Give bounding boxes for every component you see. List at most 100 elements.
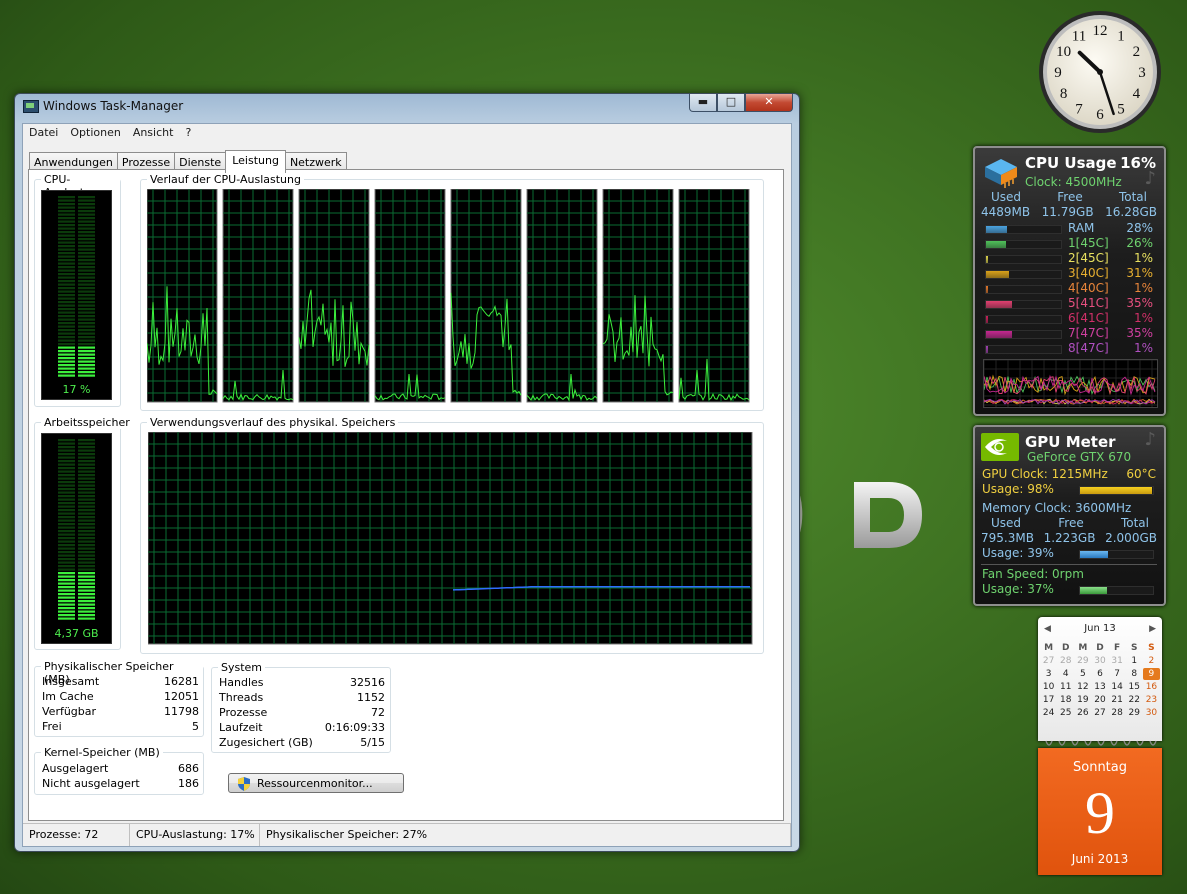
calendar-day[interactable]: 25 <box>1057 707 1074 719</box>
calendar-day[interactable]: 30 <box>1091 655 1108 667</box>
meter-segment <box>78 537 95 540</box>
meter-segment <box>78 357 95 360</box>
meter-segment <box>78 339 95 342</box>
calendar-day[interactable]: 17 <box>1040 694 1057 706</box>
resource-monitor-button[interactable]: Ressourcenmonitor... <box>228 773 404 793</box>
meter-segment <box>78 596 95 599</box>
meter-segment <box>58 502 75 505</box>
core-label: 1[45C] <box>1068 236 1109 250</box>
weekday-header: S <box>1148 643 1155 653</box>
calendar-day[interactable]: 29 <box>1074 655 1091 667</box>
calendar-day[interactable]: 10 <box>1040 681 1057 693</box>
meter-segment <box>58 488 75 491</box>
calendar-day[interactable]: 22 <box>1126 694 1143 706</box>
calendar-month-view[interactable]: ◀ Jun 13 ▶ M D M D F S S 27 28 29 30 31 1 2 3 4 5 6 7 8 9 10 1… <box>1038 617 1162 741</box>
meter-segment <box>78 227 95 230</box>
stat-value: 32516 <box>350 676 385 689</box>
calendar-day[interactable]: 29 <box>1126 707 1143 719</box>
meter-segment <box>58 484 75 487</box>
meter-segment <box>58 516 75 519</box>
calendar-day[interactable]: 27 <box>1091 707 1108 719</box>
stat-value: 686 <box>178 762 199 775</box>
calendar-day[interactable]: 14 <box>1109 681 1126 693</box>
calendar-day[interactable]: 1 <box>1126 655 1143 667</box>
cpu-usage-gadget[interactable]: CPU Usage 16% Clock: 4500MHz ♪ Used Free… <box>973 146 1166 416</box>
calendar-day[interactable]: 12 <box>1074 681 1091 693</box>
gpu-usage: Usage: 98% <box>982 482 1054 496</box>
calendar-day[interactable]: 6 <box>1091 668 1108 680</box>
calendar-day[interactable]: 5 <box>1074 668 1091 680</box>
meter-segment <box>58 269 75 272</box>
calendar-day[interactable]: 28 <box>1057 655 1074 667</box>
weekday-header: M <box>1044 643 1054 653</box>
meter-segment <box>58 329 75 332</box>
core-bar-row: 4[40C] 1% <box>985 281 1153 296</box>
calendar-day[interactable]: 30 <box>1143 707 1160 719</box>
meter-segment <box>78 336 95 339</box>
calendar-day[interactable]: 13 <box>1091 681 1108 693</box>
stat-label: Frei <box>42 720 62 733</box>
clock-gadget[interactable]: 12 12 3 45678 9 1011 <box>1037 9 1163 135</box>
calendar-day[interactable]: 26 <box>1074 707 1091 719</box>
meter-segment <box>78 210 95 213</box>
calendar-day[interactable]: 19 <box>1074 694 1091 706</box>
meter-segment <box>58 220 75 223</box>
meter-segment <box>78 318 95 321</box>
memory-clock: Memory Clock: 3600MHz <box>982 501 1132 515</box>
calendar-day[interactable]: 23 <box>1143 694 1160 706</box>
calendar-day[interactable]: 7 <box>1109 668 1126 680</box>
table-row: Laufzeit 0:16:09:33 <box>219 720 385 735</box>
stat-value: 5/15 <box>360 736 385 749</box>
menu-datei[interactable]: Datei <box>23 124 64 142</box>
cpu-history-title: Verlauf der CPU-Auslastung <box>147 173 304 186</box>
meter-segment <box>78 203 95 206</box>
meter-segment <box>58 259 75 262</box>
meter-segment <box>58 325 75 328</box>
cpu-clock: Clock: 4500MHz <box>1025 175 1122 189</box>
minimize-button[interactable]: ▬ <box>689 94 717 112</box>
calendar-day[interactable]: 9 <box>1142 668 1160 680</box>
calendar-day[interactable]: 3 <box>1040 668 1057 680</box>
next-month-arrow[interactable]: ▶ <box>1149 624 1156 634</box>
calendar-day[interactable]: 27 <box>1040 655 1057 667</box>
meter-segment <box>78 523 95 526</box>
calendar-day-view[interactable]: Sonntag 9 Juni 2013 <box>1038 748 1162 875</box>
calendar-day[interactable]: 24 <box>1040 707 1057 719</box>
stat-value: 16281 <box>164 675 199 688</box>
calendar-day[interactable]: 21 <box>1109 694 1126 706</box>
tab-leistung[interactable]: Leistung <box>225 150 286 173</box>
calendar-day[interactable]: 2 <box>1143 655 1160 667</box>
meter-segment <box>78 206 95 209</box>
calendar-day[interactable]: 20 <box>1091 694 1108 706</box>
menu-ansicht[interactable]: Ansicht <box>127 124 180 142</box>
calendar-day[interactable]: 18 <box>1057 694 1074 706</box>
gpu-meter-gadget[interactable]: GPU Meter GeForce GTX 670 ♪ GPU Clock: 1… <box>973 425 1166 606</box>
calendar-day[interactable]: 31 <box>1109 655 1126 667</box>
close-button[interactable]: ✕ <box>745 94 793 112</box>
maximize-button[interactable]: □ <box>717 94 745 112</box>
stat-label: Im Cache <box>42 690 94 703</box>
calendar-grid: M D M D F S S 27 28 29 30 31 1 2 3 4 5 6 7 8 9 10 11 12 13 14 15 16… <box>1040 642 1160 719</box>
calendar-day[interactable]: 4 <box>1057 668 1074 680</box>
meter-segment <box>78 502 95 505</box>
title-bar[interactable]: Windows Task-Manager ▬ □ ✕ <box>15 94 799 118</box>
calendar-day[interactable]: 16 <box>1143 681 1160 693</box>
meter-segment <box>78 273 95 276</box>
calendar-day[interactable]: 11 <box>1057 681 1074 693</box>
meter-segment <box>58 460 75 463</box>
stat-value: 72 <box>371 706 385 719</box>
calendar-day[interactable]: 28 <box>1109 707 1126 719</box>
calendar-month-year: Juni 2013 <box>1071 852 1129 866</box>
memory-history-group: Verwendungsverlauf des physikal. Speiche… <box>140 416 764 654</box>
calendar-day[interactable]: 8 <box>1126 668 1143 680</box>
meter-segment <box>58 603 75 606</box>
calendar-day[interactable]: 15 <box>1126 681 1143 693</box>
meter-segment <box>58 311 75 314</box>
meter-segment <box>78 484 95 487</box>
core-graph <box>374 189 446 403</box>
menu-help[interactable]: ? <box>179 124 197 142</box>
menu-optionen[interactable]: Optionen <box>64 124 126 142</box>
meter-segment <box>78 509 95 512</box>
gpu-gadget-title: GPU Meter <box>1025 433 1116 451</box>
meter-segment <box>78 245 95 248</box>
